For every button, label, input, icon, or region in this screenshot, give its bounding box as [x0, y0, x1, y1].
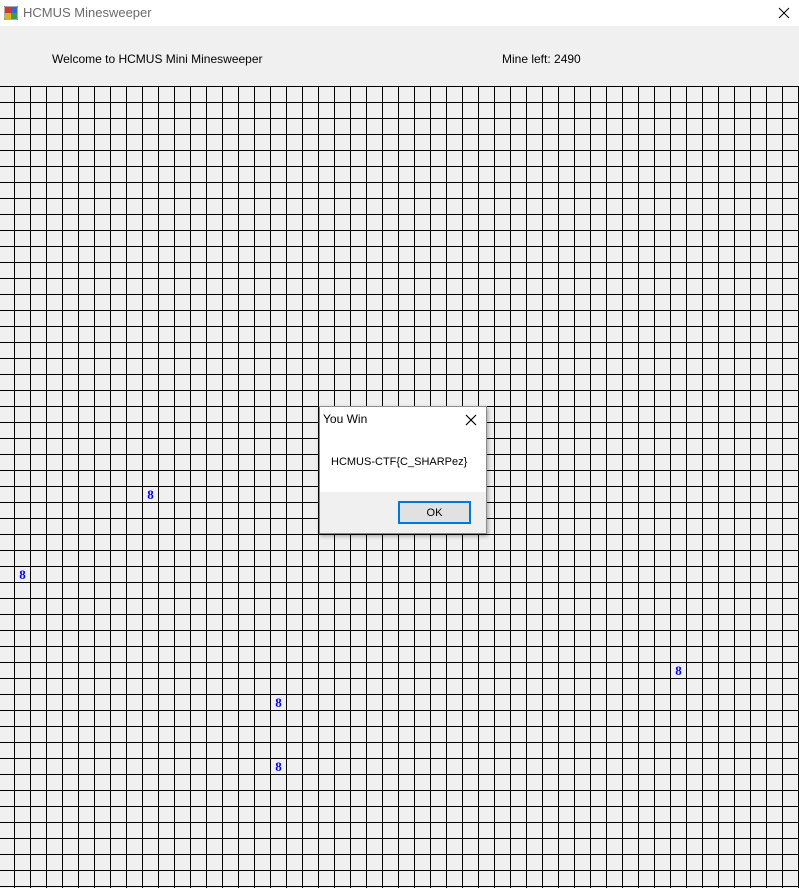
revealed-cell[interactable]: 8	[15, 567, 30, 582]
app-icon	[4, 6, 18, 20]
win-dialog: You Win HCMUS-CTF{C_SHARPez} OK	[319, 406, 487, 534]
window-title: HCMUS Minesweeper	[23, 5, 152, 20]
revealed-cell[interactable]: 8	[143, 487, 158, 502]
dialog-footer: OK	[320, 492, 486, 533]
close-icon	[778, 7, 790, 19]
dialog-close-button[interactable]	[458, 409, 484, 431]
header-panel: Welcome to HCMUS Mini Minesweeper Mine l…	[0, 26, 799, 86]
ok-button[interactable]: OK	[398, 501, 471, 524]
revealed-cell[interactable]: 8	[671, 663, 686, 678]
welcome-label: Welcome to HCMUS Mini Minesweeper	[52, 52, 263, 66]
revealed-cell[interactable]: 8	[271, 695, 286, 710]
dialog-message: HCMUS-CTF{C_SHARPez}	[331, 456, 468, 468]
title-bar: HCMUS Minesweeper	[0, 0, 799, 26]
close-icon	[465, 414, 477, 426]
revealed-cell[interactable]: 8	[271, 759, 286, 774]
mine-counter: Mine left: 2490	[502, 52, 581, 66]
dialog-title: You Win	[323, 412, 368, 426]
window-close-button[interactable]	[769, 0, 799, 26]
